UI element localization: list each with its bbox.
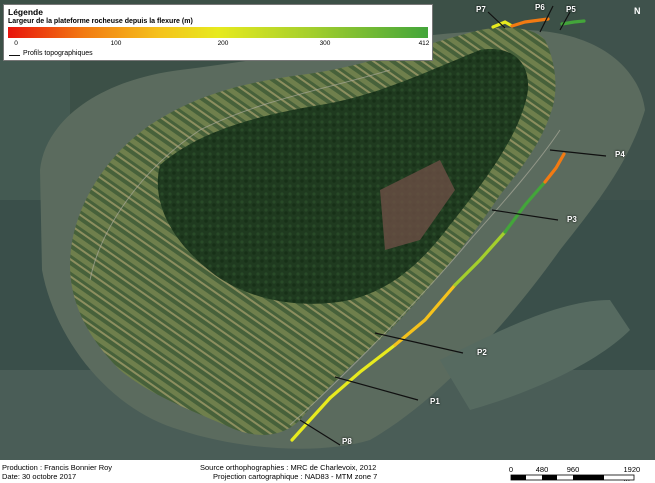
scale-bar xyxy=(510,474,635,481)
projection-note: Projection cartographique : NAD83 - MTM … xyxy=(213,472,378,481)
scale-label: 0 xyxy=(508,465,514,474)
source-credit: Source orthophographies : MRC de Charlev… xyxy=(200,463,377,472)
profile-label-p8: P8 xyxy=(342,437,352,446)
profile-lines xyxy=(299,5,607,446)
profile-label-p3: P3 xyxy=(567,215,577,224)
scale-label: 960 xyxy=(566,465,580,474)
legend-subtitle: Largeur de la plateforme rocheuse depuis… xyxy=(8,18,193,25)
platform-segment xyxy=(290,396,332,442)
ramp-tick: 200 xyxy=(217,40,229,47)
scale-label: 480 xyxy=(535,465,549,474)
platform-segment xyxy=(510,17,550,28)
profile-line-swatch xyxy=(9,55,20,56)
platform-segment xyxy=(543,152,566,184)
profile-label-p2: P2 xyxy=(477,348,487,357)
map-page: P7 P6 P5 P4 P3 P2 P1 P8 N Légende Largeu… xyxy=(0,0,655,483)
profile-line-p4 xyxy=(549,149,607,157)
color-ramp xyxy=(8,27,428,38)
legend-box: Légende Largeur de la plateforme rocheus… xyxy=(3,4,433,61)
platform-segment xyxy=(328,343,397,400)
legend-title: Légende xyxy=(8,7,43,17)
platform-overlay xyxy=(290,5,607,446)
ramp-tick: 0 xyxy=(14,40,18,47)
profile-line-p8 xyxy=(299,419,341,446)
profile-label-p4: P4 xyxy=(615,150,625,159)
production-credit: Production : Francis Bonnier Roy xyxy=(2,463,113,472)
platform-segment xyxy=(503,180,547,234)
profile-label-p6: P6 xyxy=(535,3,545,12)
profile-label-p5: P5 xyxy=(566,5,576,14)
profile-line-p3 xyxy=(491,209,559,221)
ramp-tick: 300 xyxy=(319,40,331,47)
platform-segment xyxy=(393,283,457,347)
ramp-tick: 412 xyxy=(418,40,430,47)
platform-segment xyxy=(453,230,507,287)
north-label: N xyxy=(634,6,641,16)
profile-label-p7: P7 xyxy=(476,5,486,14)
satellite-map[interactable]: P7 P6 P5 P4 P3 P2 P1 P8 N Légende Largeu… xyxy=(0,0,655,460)
profile-line-p5 xyxy=(559,11,571,31)
profile-line-p1 xyxy=(334,376,419,401)
profile-label-p1: P1 xyxy=(430,397,440,406)
profile-line-label: Profils topographiques xyxy=(23,50,93,57)
ramp-tick: 100 xyxy=(110,40,122,47)
production-date: Date: 30 octobre 2017 xyxy=(2,472,77,481)
